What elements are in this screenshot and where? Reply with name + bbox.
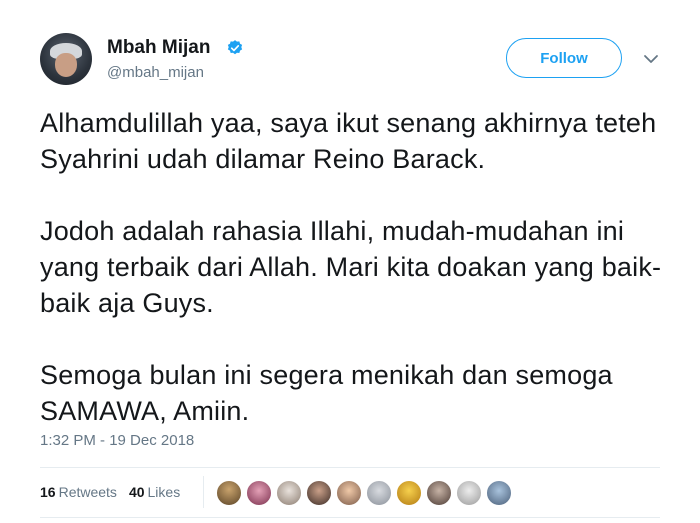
tweet-paragraph: Alhamdulillah yaa, saya ikut senang akhi…	[40, 108, 657, 174]
author-handle[interactable]: @mbah_mijan	[107, 64, 204, 81]
retweets-label: Retweets	[58, 484, 117, 500]
liker-avatar[interactable]	[486, 480, 512, 506]
liker-avatar[interactable]	[336, 480, 362, 506]
liker-avatar[interactable]	[366, 480, 392, 506]
retweets-stat[interactable]: 16 Retweets	[40, 484, 117, 500]
liker-avatar[interactable]	[246, 480, 272, 506]
tweet-paragraph: Jodoh adalah rahasia Illahi, mudah-mudah…	[40, 216, 662, 318]
liker-avatar[interactable]	[426, 480, 452, 506]
liker-avatar[interactable]	[306, 480, 332, 506]
liker-avatar[interactable]	[216, 480, 242, 506]
retweets-count: 16	[40, 484, 56, 500]
tweet-text: Alhamdulillah yaa, saya ikut senang akhi…	[40, 105, 680, 429]
stats-divider	[203, 476, 204, 508]
tweet-stats: 16 Retweets 40 Likes	[40, 484, 192, 500]
divider	[40, 467, 660, 468]
likes-label: Likes	[147, 484, 181, 500]
author-avatar[interactable]	[40, 33, 92, 85]
liker-avatar[interactable]	[456, 480, 482, 506]
tweet-timestamp[interactable]: 1:32 PM - 19 Dec 2018	[40, 432, 194, 449]
verified-badge-icon	[227, 40, 243, 55]
follow-button[interactable]: Follow	[506, 38, 622, 78]
tweet-paragraph: Semoga bulan ini segera menikah dan semo…	[40, 360, 613, 426]
liker-avatar[interactable]	[396, 480, 422, 506]
liker-avatars	[216, 480, 516, 506]
liker-avatar[interactable]	[276, 480, 302, 506]
avatar-face	[55, 53, 77, 77]
divider	[40, 517, 660, 518]
tweet-card: Mbah Mijan @mbah_mijan Follow Alhamdulil…	[0, 0, 700, 523]
chevron-down-icon[interactable]	[642, 50, 660, 68]
author-name[interactable]: Mbah Mijan	[107, 37, 210, 59]
likes-count: 40	[128, 484, 145, 500]
likes-stat[interactable]: 40 Likes	[129, 484, 180, 500]
